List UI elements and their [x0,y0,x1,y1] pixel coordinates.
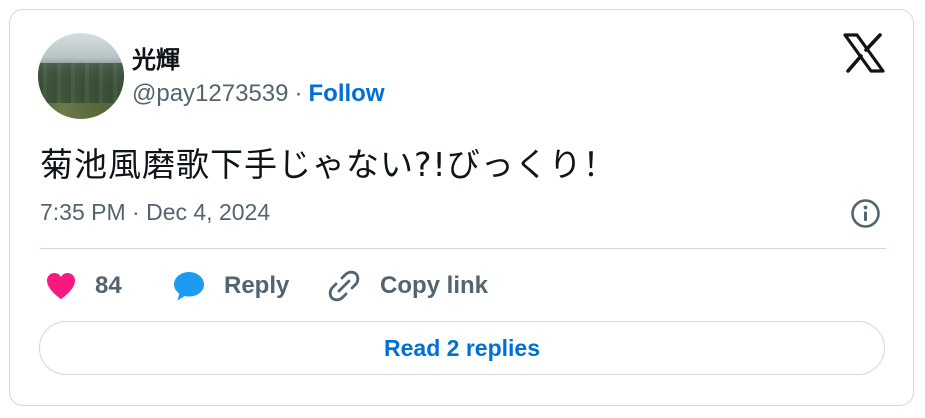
copy-link-button[interactable]: Copy link [328,268,488,304]
handle-row: @pay1273539 · Follow [132,80,384,108]
display-name[interactable]: 光輝 [132,40,180,75]
copy-link-label: Copy link [380,272,489,299]
divider [40,248,886,249]
speech-bubble-icon [174,272,204,301]
heart-icon [47,273,75,299]
link-icon [328,270,360,302]
read-replies-label: Read 2 replies [384,334,540,361]
tweet-timestamp[interactable]: 7:35 PM · Dec 4, 2024 [40,199,270,226]
like-count: 84 [95,272,122,299]
tweet-text: 菊池風磨歌下手じゃない?!びっくり！ [40,145,617,184]
avatar[interactable] [38,33,124,119]
info-icon[interactable] [850,198,881,229]
like-button[interactable]: 84 [45,268,122,304]
reply-label: Reply [224,272,290,299]
reply-button[interactable]: Reply [172,268,289,304]
separator: · [294,80,303,107]
x-logo-icon[interactable] [843,33,885,73]
follow-button[interactable]: Follow [309,80,385,107]
read-replies-button[interactable]: Read 2 replies [39,321,885,375]
user-handle[interactable]: @pay1273539 [132,80,289,107]
